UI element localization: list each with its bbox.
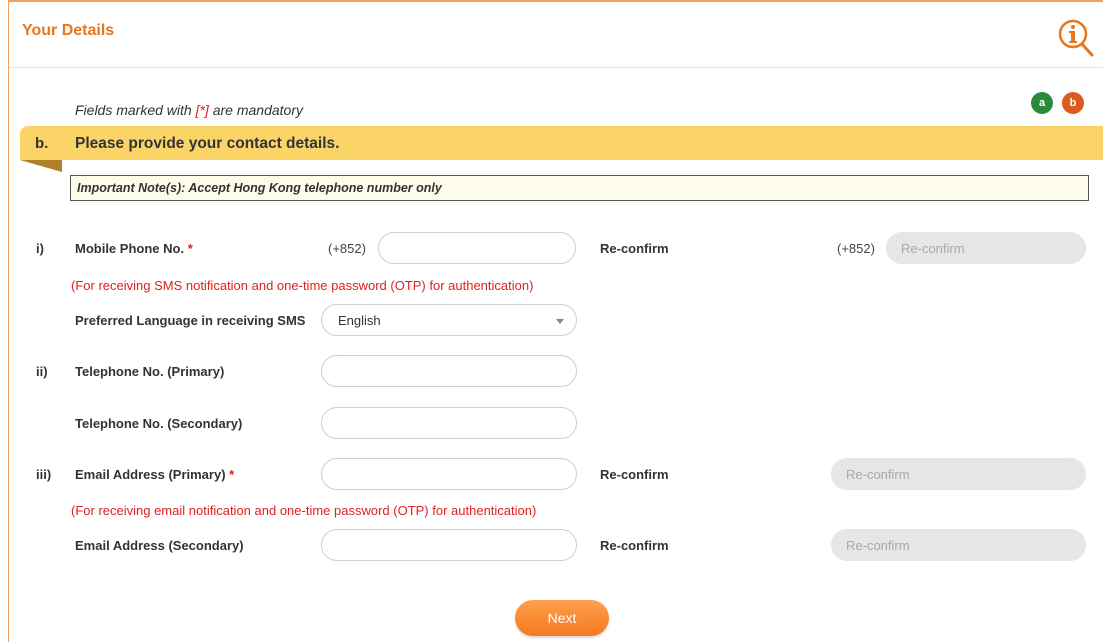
email-hint: (For receiving email notification and on…: [71, 503, 537, 518]
header-divider: [9, 67, 1103, 68]
telephone-primary-label: Telephone No. (Primary): [75, 364, 225, 379]
email-primary-reconfirm-input[interactable]: [831, 458, 1086, 490]
page-title: Your Details: [22, 22, 115, 39]
email-secondary-reconfirm-label: Re-confirm: [600, 538, 669, 553]
step-badge-a[interactable]: a: [1031, 92, 1053, 114]
important-note: Important Note(s): Accept Hong Kong tele…: [70, 175, 1089, 201]
required-marker: [*]: [195, 102, 209, 118]
item-index-i: i): [36, 241, 44, 256]
step-badge-b[interactable]: b: [1062, 92, 1084, 114]
mandatory-note: Fields marked with [*] are mandatory: [75, 102, 303, 118]
mobile-phone-label: Mobile Phone No. *: [75, 241, 193, 256]
mobile-reconfirm-label: Re-confirm: [600, 241, 669, 256]
mobile-phone-input[interactable]: [378, 232, 576, 264]
email-primary-reconfirm-label: Re-confirm: [600, 467, 669, 482]
email-secondary-label: Email Address (Secondary): [75, 538, 244, 553]
chevron-down-icon: [556, 319, 564, 324]
section-letter: b.: [35, 135, 49, 152]
mobile-hint: (For receiving SMS notification and one-…: [71, 278, 534, 293]
telephone-secondary-input[interactable]: [321, 407, 577, 439]
sms-language-label: Preferred Language in receiving SMS: [75, 313, 306, 328]
next-button[interactable]: Next: [515, 600, 609, 636]
mobile-reconfirm-input[interactable]: [886, 232, 1086, 264]
info-magnifier-icon[interactable]: [1057, 18, 1097, 60]
telephone-primary-input[interactable]: [321, 355, 577, 387]
sms-language-select[interactable]: English: [321, 304, 577, 336]
reconfirm-country-code-prefix: (+852): [837, 241, 875, 256]
item-index-ii: ii): [36, 364, 48, 379]
email-primary-input[interactable]: [321, 458, 577, 490]
required-asterisk: *: [187, 241, 193, 256]
section-title: Please provide your contact details.: [75, 135, 340, 152]
email-primary-label: Email Address (Primary) *: [75, 467, 235, 482]
email-secondary-input[interactable]: [321, 529, 577, 561]
required-asterisk: *: [229, 467, 235, 482]
country-code-prefix: (+852): [328, 241, 366, 256]
email-secondary-reconfirm-input[interactable]: [831, 529, 1086, 561]
ribbon-fold: [20, 160, 62, 172]
sms-language-value: English: [338, 313, 381, 328]
telephone-secondary-label: Telephone No. (Secondary): [75, 416, 243, 431]
item-index-iii: iii): [36, 467, 52, 482]
